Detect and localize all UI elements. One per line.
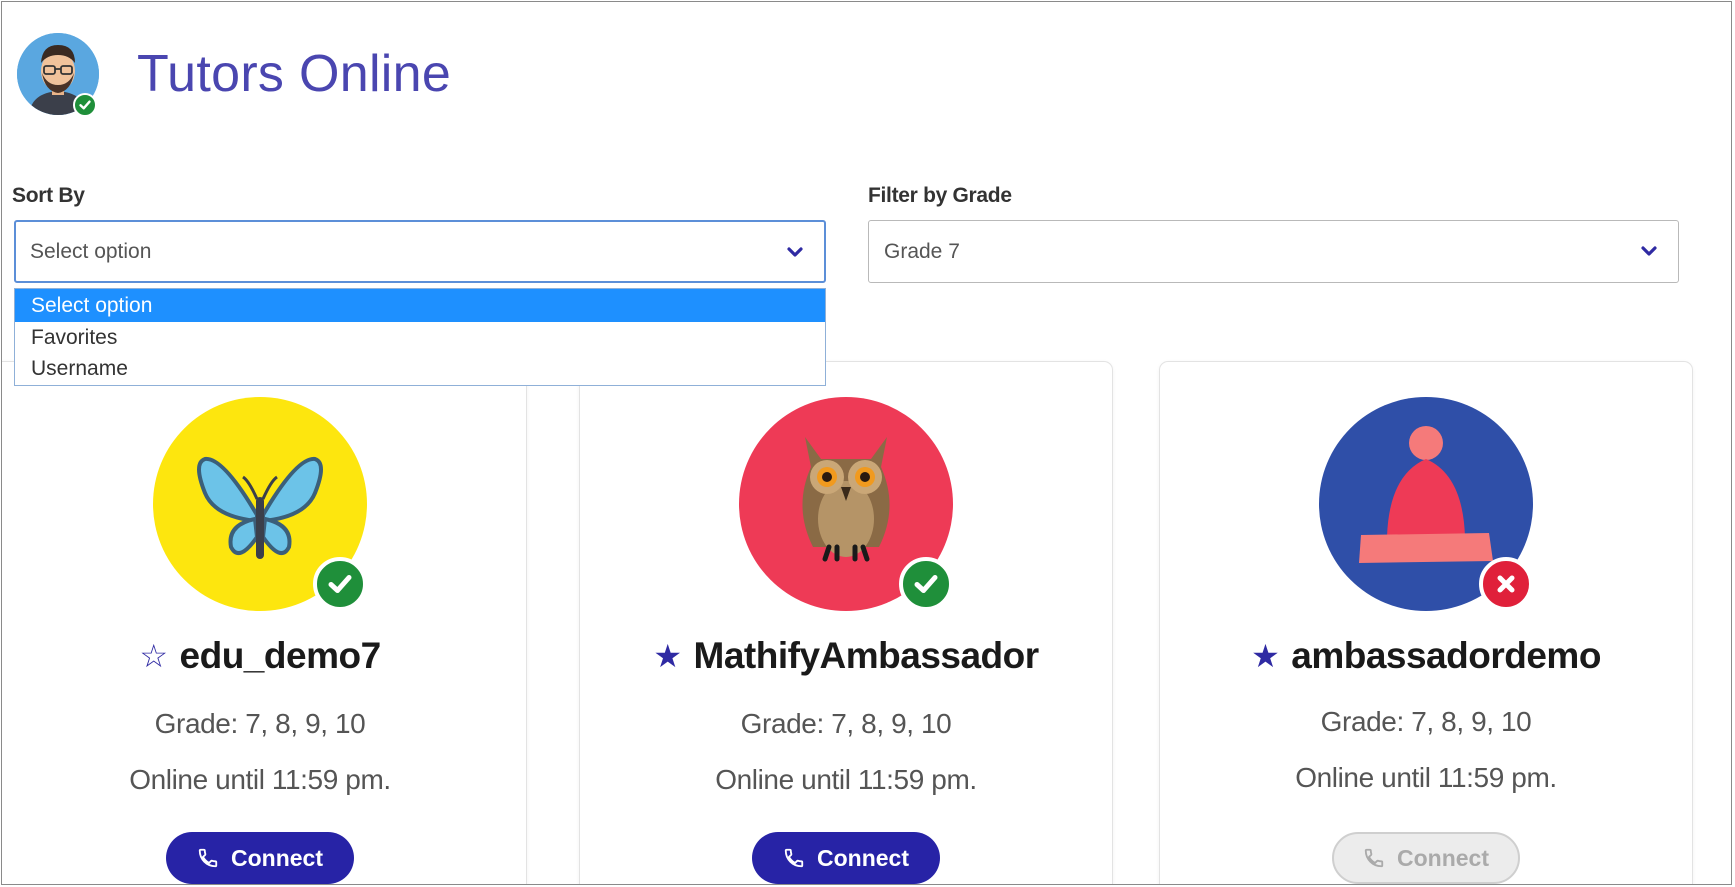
tutor-online-until: Online until 11:59 pm.	[129, 764, 391, 795]
tutor-avatar	[739, 397, 953, 611]
connect-label: Connect	[231, 844, 323, 871]
tutor-avatar	[1319, 397, 1533, 611]
favorite-star-outline-icon[interactable]: ☆	[139, 640, 168, 672]
sort-by-value: Select option	[30, 239, 152, 263]
sort-option-select-option[interactable]: Select option	[15, 289, 825, 322]
tutor-card: ★ ambassadordemo Grade: 7, 8, 9, 10 Onli…	[1160, 362, 1692, 884]
tutor-name: edu_demo7	[179, 635, 382, 676]
connect-button[interactable]: Connect	[166, 832, 354, 884]
phone-icon	[783, 847, 805, 869]
chevron-down-icon	[787, 247, 803, 257]
tutor-card: ★ MathifyAmbassador Grade: 7, 8, 9, 10 O…	[580, 362, 1112, 884]
tutor-card: ☆ edu_demo7 Grade: 7, 8, 9, 10 Online un…	[2, 362, 526, 884]
connect-label: Connect	[817, 844, 909, 871]
favorite-star-filled-icon[interactable]: ★	[653, 640, 682, 672]
connect-button-disabled[interactable]: Connect	[1332, 832, 1520, 884]
sort-by-select[interactable]: Select option	[14, 220, 826, 283]
online-status-icon	[73, 93, 97, 117]
connect-label: Connect	[1397, 844, 1489, 871]
tutor-name-row: ☆ edu_demo7	[2, 635, 526, 677]
tutor-online-until: Online until 11:59 pm.	[715, 764, 977, 795]
tutor-name: MathifyAmbassador	[693, 635, 1040, 676]
chevron-down-icon	[1641, 246, 1657, 256]
connect-button[interactable]: Connect	[752, 832, 940, 884]
tutor-name-row: ★ ambassadordemo	[1160, 635, 1692, 677]
filter-by-grade-label: Filter by Grade	[868, 184, 1012, 207]
page-header: Tutors Online	[17, 24, 451, 124]
app-frame: Tutors Online Sort By Select option Filt…	[1, 1, 1732, 885]
sort-option-favorites[interactable]: Favorites	[15, 322, 825, 353]
phone-icon	[197, 847, 219, 869]
tutor-name-row: ★ MathifyAmbassador	[580, 635, 1112, 677]
sort-by-label: Sort By	[12, 184, 85, 207]
user-avatar[interactable]	[17, 33, 99, 117]
online-status-icon	[899, 557, 953, 611]
grade-filter-select[interactable]: Grade 7	[868, 220, 1679, 283]
online-status-icon	[313, 557, 367, 611]
tutor-grades: Grade: 7, 8, 9, 10	[1320, 706, 1532, 737]
sort-by-dropdown-list: Select option Favorites Username	[14, 288, 826, 386]
tutor-avatar	[153, 397, 367, 611]
phone-icon	[1363, 847, 1385, 869]
tutor-grades: Grade: 7, 8, 9, 10	[740, 708, 952, 739]
favorite-star-filled-icon[interactable]: ★	[1251, 640, 1280, 672]
tutor-online-until: Online until 11:59 pm.	[1295, 762, 1557, 793]
tutor-name: ambassadordemo	[1291, 635, 1601, 676]
tutor-grades: Grade: 7, 8, 9, 10	[154, 708, 366, 739]
offline-status-icon	[1479, 557, 1533, 611]
grade-filter-value: Grade 7	[884, 239, 960, 263]
page-title: Tutors Online	[137, 45, 452, 103]
sort-option-username[interactable]: Username	[15, 353, 825, 384]
